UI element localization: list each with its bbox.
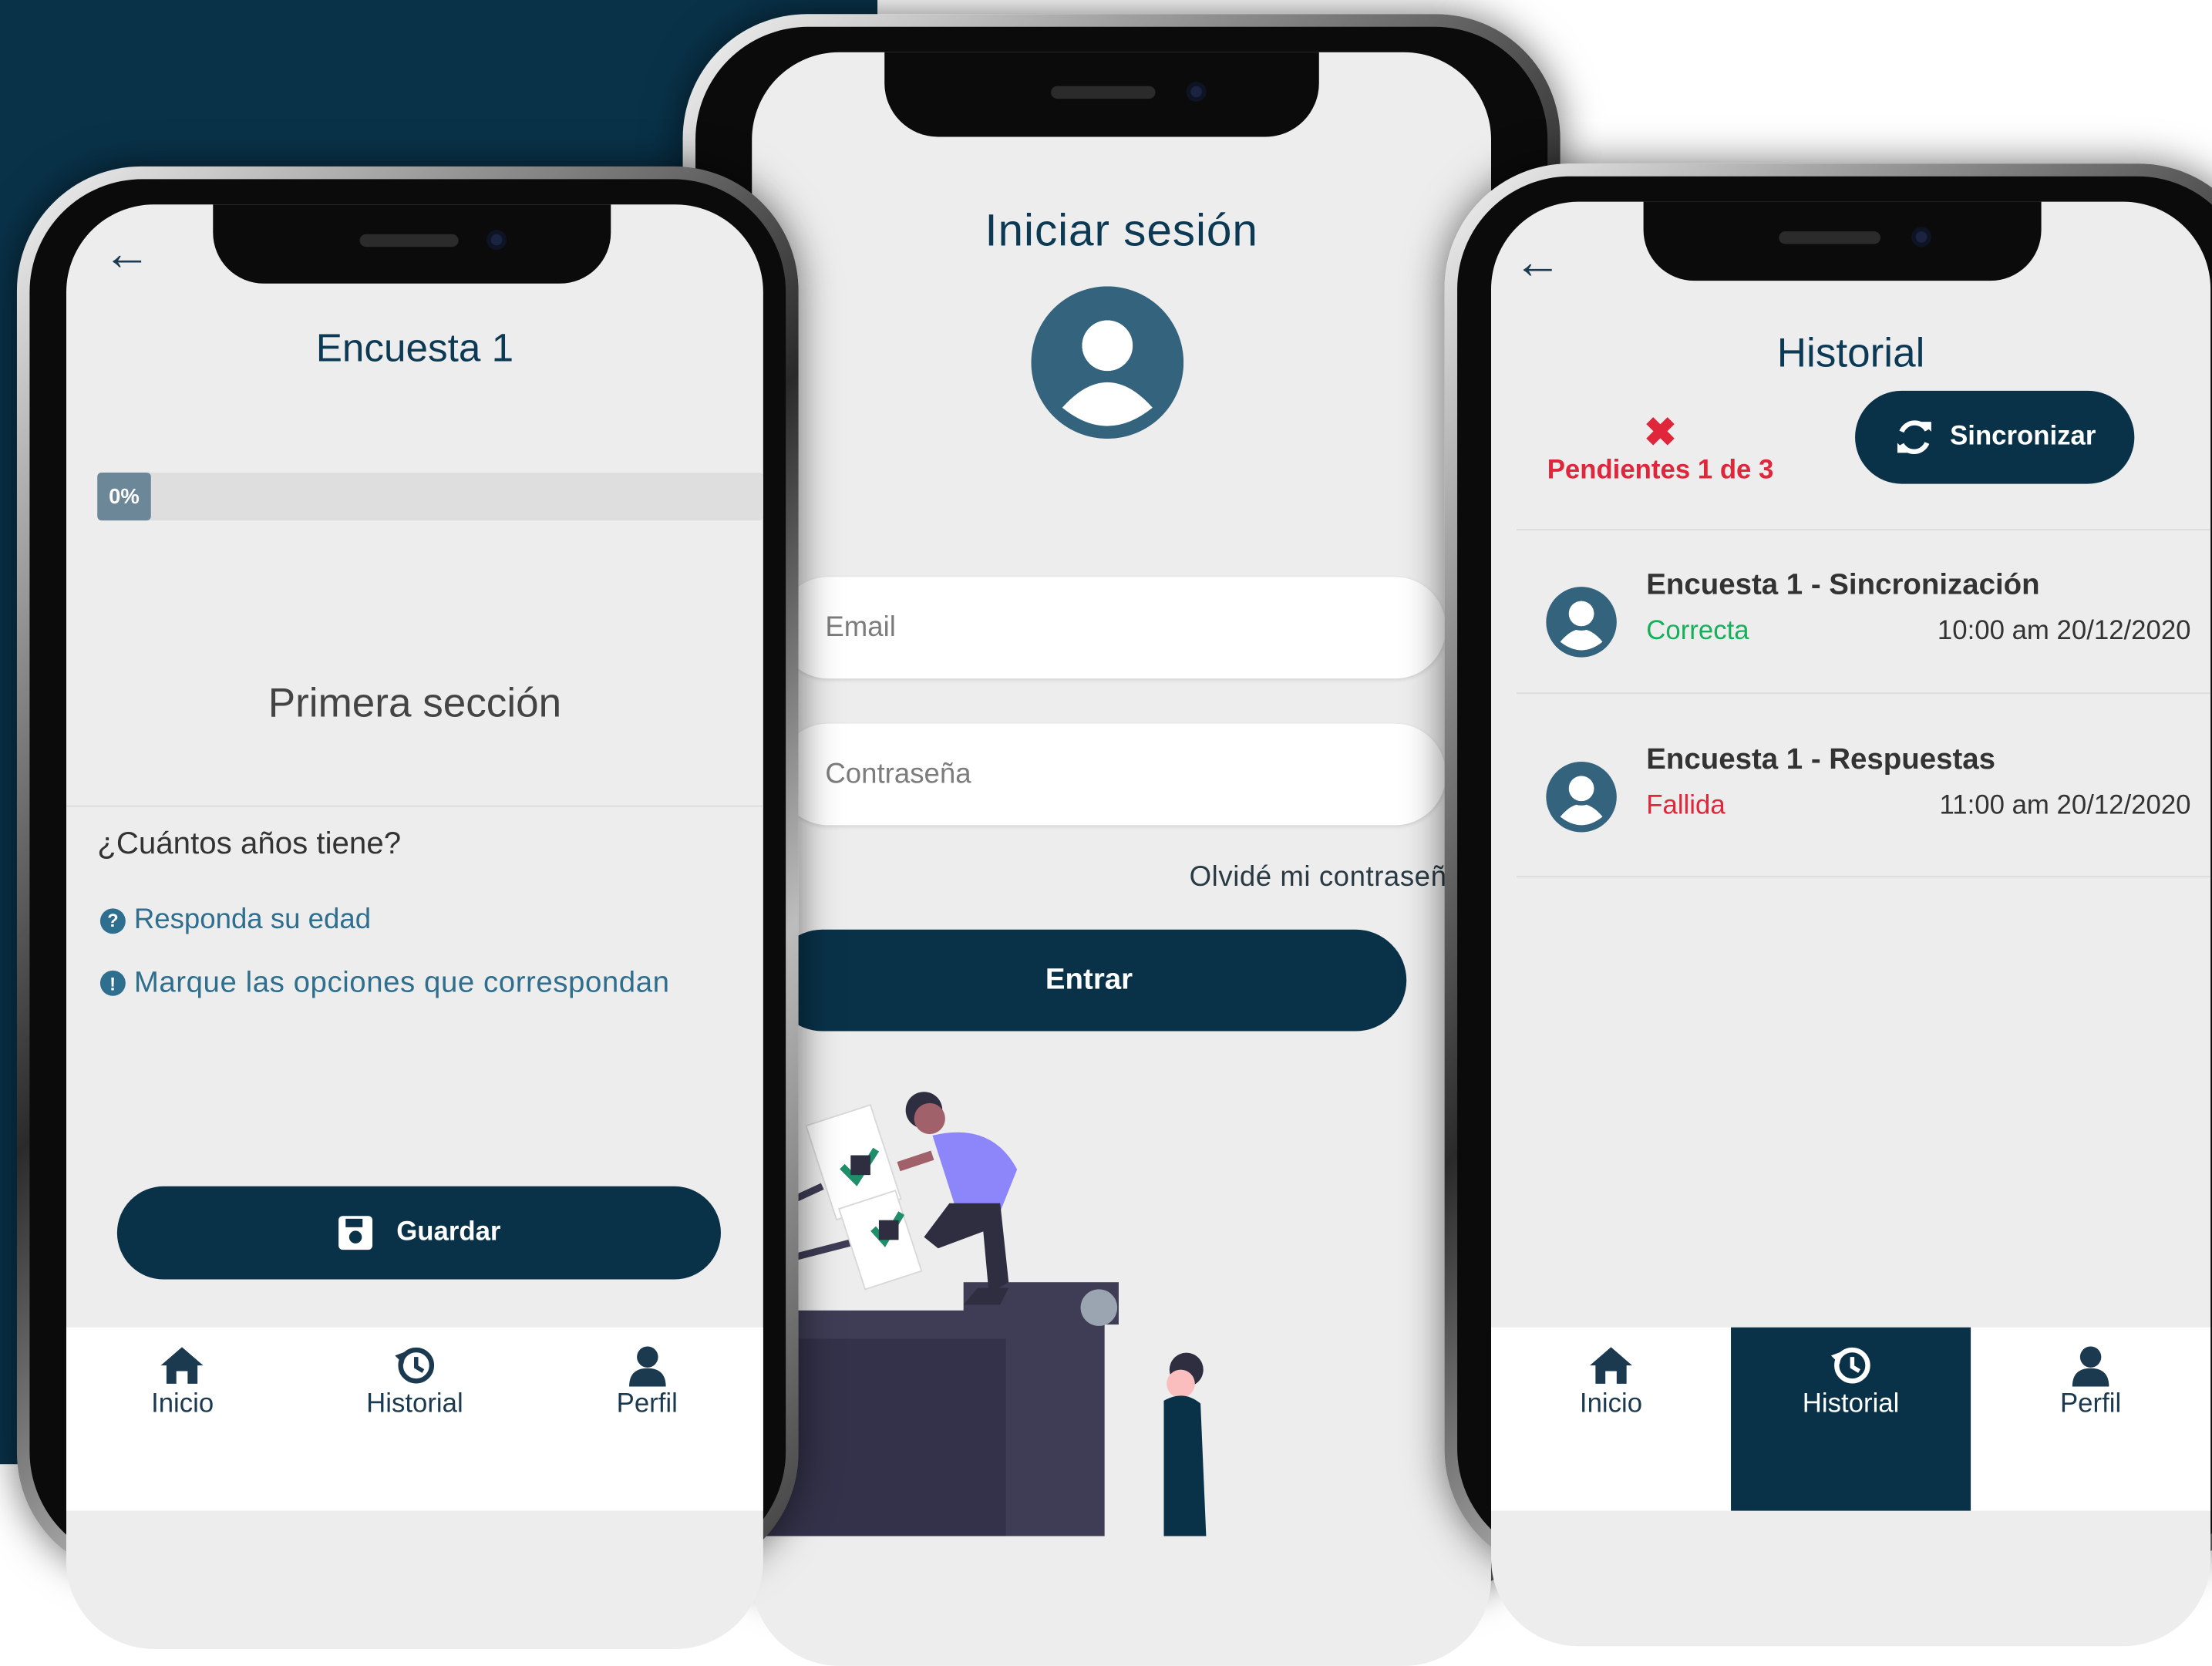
phone-history: ← Historial ✖ Pendientes 1 de 3 Sincroni… — [1444, 163, 2212, 1647]
tab-label: Perfil — [616, 1389, 678, 1419]
survey-title: Encuesta 1 — [315, 325, 514, 370]
list-item[interactable]: Encuesta 1 - Sincronización Correcta 10:… — [1517, 529, 2210, 692]
back-arrow-icon[interactable]: ← — [1513, 238, 1561, 286]
people-illustration — [752, 1092, 1207, 1536]
tab-inicio[interactable]: Inicio — [1491, 1328, 1731, 1511]
save-button[interactable]: Guardar — [116, 1186, 721, 1280]
user-icon — [2072, 1346, 2109, 1387]
sync-label: Sincronizar — [1950, 422, 2096, 452]
floppy-disk-icon — [338, 1216, 373, 1250]
tab-label: Historial — [1802, 1389, 1900, 1419]
phone-survey: ← Encuesta 1 0% Primera sección ¿Cuántos… — [16, 166, 799, 1649]
history-icon — [1830, 1347, 1870, 1384]
showcase-stage: Iniciar sesión Email Contraseña Olvidé m… — [0, 0, 2212, 1666]
password-field[interactable]: Contraseña — [777, 723, 1446, 826]
pending-status: ✖ Pendientes 1 de 3 — [1520, 410, 1802, 486]
history-screen: ← Historial ✖ Pendientes 1 de 3 Sincroni… — [1490, 201, 2211, 1647]
question-circle-icon: ? — [99, 907, 126, 934]
history-icon — [395, 1347, 435, 1384]
sync-icon — [1897, 420, 1932, 454]
progress-bar: 0% — [97, 472, 763, 521]
hint-row-2: ! Marque las opciones que correspondan — [99, 966, 670, 1000]
tab-historial[interactable]: Historial — [298, 1328, 530, 1511]
home-icon — [161, 1347, 204, 1384]
survey-screen: ← Encuesta 1 0% Primera sección ¿Cuántos… — [66, 204, 763, 1649]
home-icon — [1590, 1347, 1632, 1384]
list-item[interactable]: Encuesta 1 - Respuestas Fallida 11:00 am… — [1517, 692, 2210, 876]
pending-label: Pendientes 1 de 3 — [1547, 455, 1774, 486]
login-title: Iniciar sesión — [985, 204, 1258, 256]
login-screen: Iniciar sesión Email Contraseña Olvidé m… — [752, 52, 1491, 1666]
notch — [213, 204, 611, 284]
progress-label: 0% — [97, 472, 151, 521]
user-icon — [628, 1346, 666, 1387]
exclamation-circle-icon: ! — [99, 970, 126, 996]
save-label: Guardar — [396, 1217, 501, 1247]
tab-inicio[interactable]: Inicio — [66, 1328, 298, 1511]
phone-login: Iniciar sesión Email Contraseña Olvidé m… — [682, 14, 1561, 1666]
bottom-tab-bar: Inicio Historial Perfil — [66, 1327, 763, 1511]
email-field[interactable]: Email — [777, 577, 1446, 679]
forgot-password-link[interactable]: Olvidé mi contraseña — [1190, 862, 1463, 894]
notch — [884, 52, 1319, 137]
tab-label: Perfil — [2059, 1389, 2122, 1419]
tab-perfil[interactable]: Perfil — [531, 1328, 763, 1511]
hint-text: Marque las opciones que correspondan — [133, 966, 670, 999]
hint-row-1: ? Responda su edad — [99, 904, 372, 937]
item-name: Encuesta 1 - Respuestas — [1646, 743, 1995, 776]
user-circle-icon — [1031, 286, 1184, 439]
question-text: ¿Cuántos años tiene? — [97, 825, 402, 861]
close-x-icon: ✖ — [1644, 410, 1678, 455]
tab-label: Historial — [366, 1389, 463, 1419]
item-name: Encuesta 1 - Sincronización — [1646, 568, 2040, 601]
avatar — [1031, 286, 1184, 439]
user-circle-icon — [1546, 587, 1617, 658]
bottom-tab-bar: Inicio Historial Perfil — [1490, 1327, 2211, 1511]
tab-perfil[interactable]: Perfil — [1971, 1328, 2210, 1511]
item-datetime: 11:00 am 20/12/2020 — [1939, 791, 2191, 821]
user-circle-icon — [1546, 762, 1617, 833]
notch — [1643, 201, 2042, 281]
tab-label: Inicio — [1579, 1389, 1643, 1419]
item-status: Fallida — [1646, 791, 1725, 821]
tab-label: Inicio — [151, 1389, 214, 1419]
back-arrow-icon[interactable]: ← — [103, 230, 151, 278]
hint-text: Responda su edad — [133, 904, 372, 936]
login-button[interactable]: Entrar — [771, 929, 1407, 1032]
item-datetime: 10:00 am 20/12/2020 — [1937, 616, 2191, 647]
sync-button[interactable]: Sincronizar — [1855, 390, 2135, 484]
section-title: Primera sección — [268, 681, 562, 727]
item-status: Correcta — [1646, 616, 1749, 647]
history-title: Historial — [1776, 331, 1925, 377]
tab-historial[interactable]: Historial — [1731, 1327, 1971, 1511]
